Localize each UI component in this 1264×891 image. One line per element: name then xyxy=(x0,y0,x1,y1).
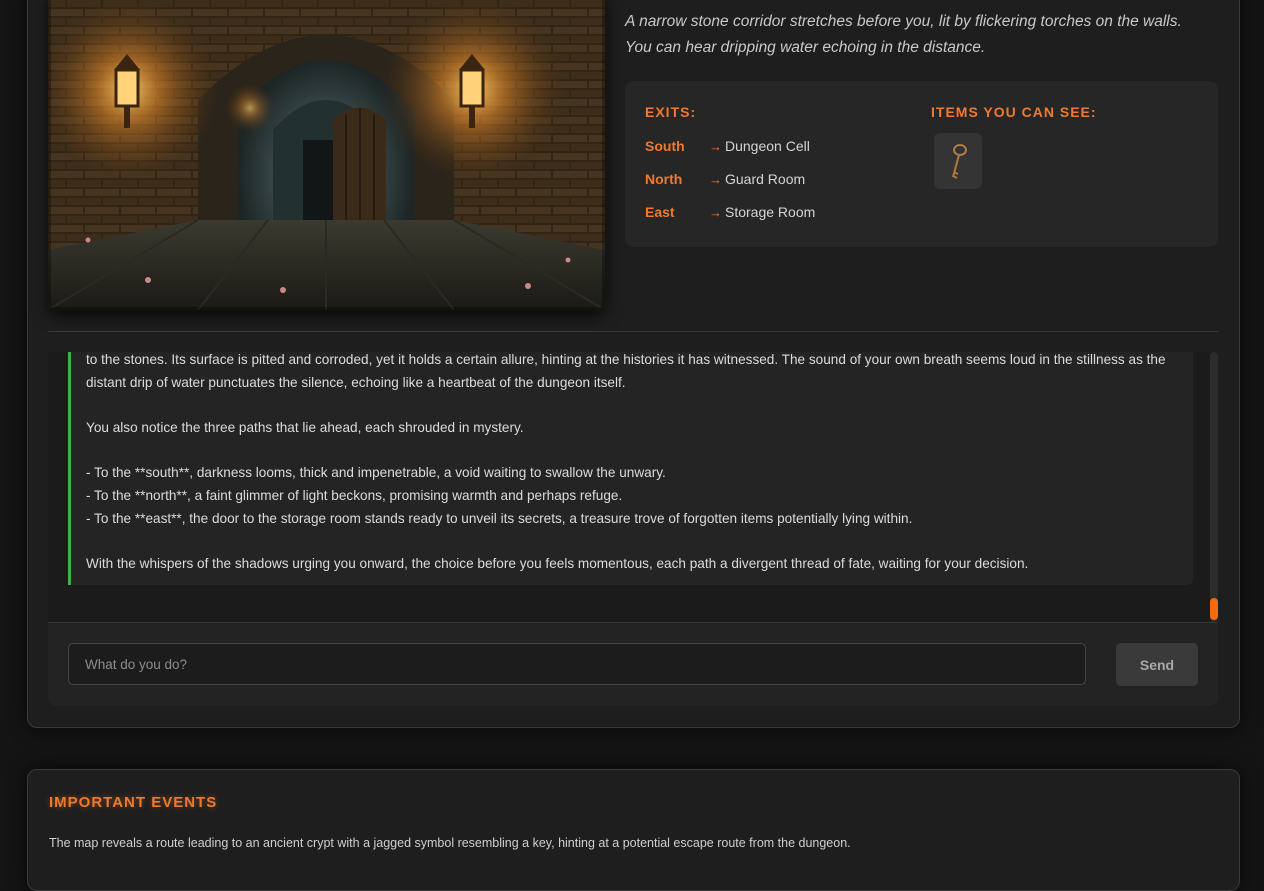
log-text: to the stones. Its surface is pitted and… xyxy=(86,352,1176,576)
divider xyxy=(48,331,1218,332)
room-info-box: EXITS: South → Dungeon Cell North → Guar… xyxy=(625,81,1218,247)
exit-direction[interactable]: North xyxy=(645,171,709,187)
exit-north[interactable]: North → Guard Room xyxy=(645,169,805,189)
exit-destination: Storage Room xyxy=(725,204,816,220)
log-paragraph: You also notice the three paths that lie… xyxy=(86,420,524,436)
log-entry: to the stones. Its surface is pitted and… xyxy=(68,352,1193,585)
story-log[interactable]: to the stones. Its surface is pitted and… xyxy=(48,352,1218,622)
events-heading: IMPORTANT EVENTS xyxy=(49,794,218,811)
events-panel: IMPORTANT EVENTS The map reveals a route… xyxy=(27,769,1240,891)
log-paragraph: With the whispers of the shadows urging … xyxy=(86,556,1029,572)
log-paragraph: - To the **south**, darkness looms, thic… xyxy=(86,465,666,481)
log-scrollbar[interactable] xyxy=(1210,352,1218,622)
exits-heading: EXITS: xyxy=(645,104,697,120)
scene-image xyxy=(48,0,605,310)
scrollbar-thumb[interactable] xyxy=(1210,598,1218,620)
log-paragraph: - To the **east**, the door to the stora… xyxy=(86,510,913,526)
log-paragraph: - To the **north**, a faint glimmer of l… xyxy=(86,488,623,504)
log-paragraph: to the stones. Its surface is pitted and… xyxy=(86,352,1166,390)
key-icon xyxy=(952,144,967,179)
exit-destination: Guard Room xyxy=(725,171,806,187)
event-item: The map reveals a route leading to an an… xyxy=(49,836,851,850)
arrow-right-icon: → xyxy=(709,171,722,187)
items-heading: ITEMS YOU CAN SEE: xyxy=(931,104,1097,120)
exit-direction[interactable]: South xyxy=(645,138,709,154)
command-bar: Send xyxy=(48,622,1218,706)
exit-destination: Dungeon Cell xyxy=(725,138,810,154)
item-slot-key[interactable] xyxy=(934,133,982,189)
room-description: A narrow stone corridor stretches before… xyxy=(625,13,1182,56)
send-button[interactable]: Send xyxy=(1116,643,1198,686)
arrow-right-icon: → xyxy=(709,204,722,220)
exit-direction[interactable]: East xyxy=(645,204,709,220)
exit-south[interactable]: South → Dungeon Cell xyxy=(645,136,810,156)
exit-east[interactable]: East → Storage Room xyxy=(645,202,815,222)
command-input[interactable] xyxy=(68,643,1086,685)
arrow-right-icon: → xyxy=(709,138,722,154)
